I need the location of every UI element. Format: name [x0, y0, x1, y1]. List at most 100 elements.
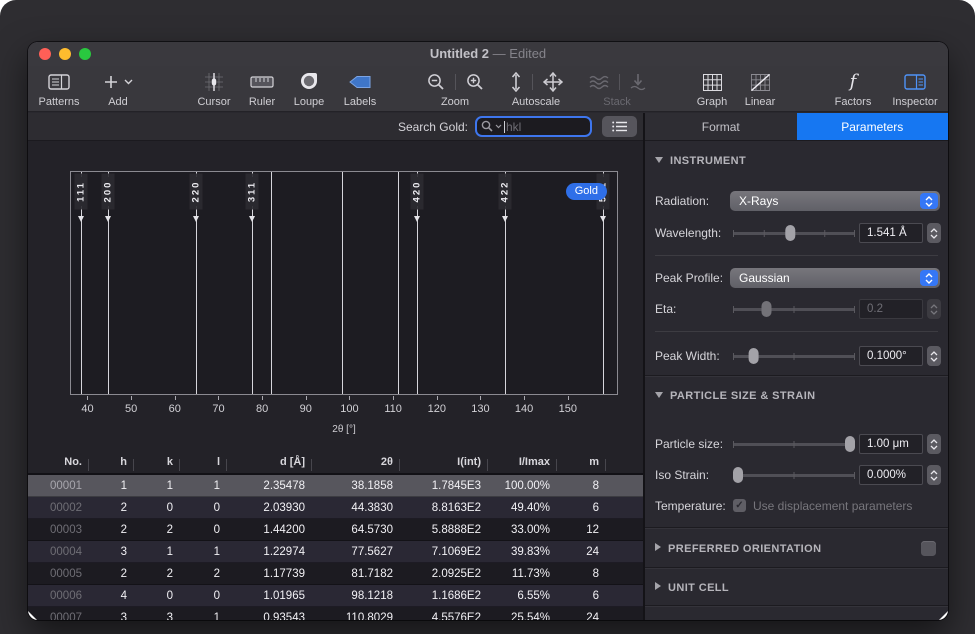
peak-width-slider[interactable]	[733, 355, 855, 358]
table-row[interactable]: 000073310.93543110.80294.5576E225.54%24	[28, 607, 643, 620]
slider-thumb[interactable]	[786, 225, 796, 241]
column-header[interactable]: k	[134, 456, 180, 468]
tab-parameters[interactable]: Parameters	[797, 113, 949, 140]
particle-section-header[interactable]: PARTICLE SIZE & STRAIN	[655, 390, 816, 402]
column-header[interactable]: m	[557, 456, 606, 468]
pattern-table-body: 000011112.3547838.18581.7845E3100.00%800…	[28, 475, 643, 620]
zoom-in-icon[interactable]	[466, 73, 484, 91]
particle-size-stepper[interactable]	[927, 434, 941, 454]
diffraction-chart[interactable]: Gold 111200220311420422511 4050607080901…	[28, 141, 643, 451]
search-input[interactable]: hkl	[475, 116, 592, 137]
particle-size-label: Particle size:	[655, 437, 723, 451]
stack-waves-icon[interactable]	[589, 74, 609, 90]
table-cell: 2	[89, 524, 134, 536]
titlebar[interactable]: Untitled 2 — Edited	[28, 42, 948, 66]
inspector-button[interactable]: Inspector	[885, 69, 945, 108]
arrow-down-icon	[78, 216, 84, 222]
factors-button[interactable]: f Factors	[825, 69, 881, 108]
peak-marker-line[interactable]	[81, 206, 82, 394]
peak-marker-line[interactable]	[271, 172, 272, 394]
axis-tick	[131, 396, 132, 400]
peak-marker-line[interactable]	[108, 206, 109, 394]
search-label: Search Gold:	[398, 120, 468, 134]
resize-corner[interactable]	[939, 611, 948, 620]
hit-list-button[interactable]	[602, 116, 637, 137]
peak-marker-line[interactable]	[417, 206, 418, 394]
search-scope-chevron-icon	[495, 124, 502, 129]
preferred-orientation-header[interactable]: PREFERRED ORIENTATION	[655, 543, 821, 555]
peak-hkl-label[interactable]: 200	[102, 174, 115, 210]
peak-width-stepper[interactable]	[927, 346, 941, 366]
unit-cell-header[interactable]: UNIT CELL	[655, 582, 729, 594]
peak-marker-line[interactable]	[505, 206, 506, 394]
iso-strain-field[interactable]: 0.000%	[859, 465, 923, 485]
column-header[interactable]: I/Imax	[488, 456, 557, 468]
peak-marker-line[interactable]	[603, 206, 604, 394]
table-row[interactable]: 000022002.0393044.38308.8163E249.40%6	[28, 497, 643, 519]
instrument-section-header[interactable]: INSTRUMENT	[655, 155, 746, 167]
column-header[interactable]: No.	[28, 456, 89, 468]
wavelength-slider[interactable]	[733, 232, 855, 235]
wavelength-field[interactable]: 1.541 Å	[859, 223, 923, 243]
slider-thumb[interactable]	[733, 467, 743, 483]
particle-size-field[interactable]: 1.00 μm	[859, 434, 923, 454]
linear-button[interactable]: Linear	[732, 69, 788, 108]
peak-marker-line[interactable]	[398, 172, 399, 394]
table-row[interactable]: 000032201.4420064.57305.8888E233.00%12	[28, 519, 643, 541]
patterns-button[interactable]: Patterns	[31, 69, 87, 108]
particle-size-slider[interactable]	[733, 443, 855, 446]
table-cell: 0	[180, 524, 227, 536]
axis-tick	[437, 396, 438, 400]
preferred-orientation-checkbox[interactable]	[921, 541, 936, 556]
stack-drop-icon[interactable]	[630, 73, 646, 91]
zoom-out-icon[interactable]	[427, 73, 445, 91]
arrow-down-icon	[193, 216, 199, 222]
peak-marker-line[interactable]	[196, 206, 197, 394]
chevron-down-icon	[124, 79, 133, 85]
peak-width-field[interactable]: 0.1000°	[859, 346, 923, 366]
iso-strain-label: Iso Strain:	[655, 468, 709, 482]
column-header[interactable]: I(int)	[400, 456, 488, 468]
table-cell: 2	[89, 502, 134, 514]
table-header[interactable]: No.hkld [Å]2θI(int)I/Imaxm	[28, 451, 643, 475]
peak-profile-select[interactable]: Gaussian	[730, 268, 940, 288]
autoscale-move-icon[interactable]	[543, 72, 563, 92]
radiation-select[interactable]: X-Rays	[730, 191, 940, 211]
wavelength-stepper[interactable]	[927, 223, 941, 243]
iso-strain-stepper[interactable]	[927, 465, 941, 485]
peak-hkl-label[interactable]: 111	[75, 174, 88, 210]
plot-area[interactable]: Gold 111200220311420422511	[70, 171, 618, 395]
column-header[interactable]: 2θ	[312, 456, 400, 468]
add-button[interactable]: Add	[90, 69, 146, 108]
resize-corner[interactable]	[28, 611, 37, 620]
series-badge[interactable]: Gold	[566, 183, 607, 200]
peak-hkl-label[interactable]: 422	[499, 174, 512, 210]
peak-marker-line[interactable]	[342, 172, 343, 394]
displacement-checkbox[interactable]: ✓	[733, 499, 746, 512]
slider-thumb[interactable]	[845, 436, 855, 452]
column-header[interactable]: l	[180, 456, 227, 468]
arrow-down-icon	[502, 216, 508, 222]
iso-strain-slider[interactable]	[733, 474, 855, 477]
table-row[interactable]: 000043111.2297477.56277.1069E239.83%24	[28, 541, 643, 563]
tab-format[interactable]: Format	[645, 113, 797, 140]
labels-button[interactable]: Labels	[332, 69, 388, 108]
column-header[interactable]: d [Å]	[227, 456, 312, 468]
table-row[interactable]: 000011112.3547838.18581.7845E3100.00%8	[28, 475, 643, 497]
table-row[interactable]: 000052221.1773981.71822.0925E211.73%8	[28, 563, 643, 585]
inspector-icon	[904, 74, 926, 90]
vertical-scale-icon[interactable]	[510, 72, 522, 92]
table-cell: 25.54%	[488, 612, 557, 621]
table-cell: 11.73%	[488, 568, 557, 580]
app-window: Untitled 2 — Edited Patterns Add Cursor …	[28, 42, 948, 620]
peak-hkl-label[interactable]: 311	[246, 174, 259, 210]
slider-thumb[interactable]	[749, 348, 759, 364]
peak-hkl-label[interactable]: 420	[411, 174, 424, 210]
peak-hkl-label[interactable]: 220	[190, 174, 203, 210]
slider-thumb[interactable]	[761, 301, 771, 317]
loupe-button[interactable]: Loupe	[282, 69, 336, 108]
eta-field: 0.2	[859, 299, 923, 319]
column-header[interactable]: h	[89, 456, 134, 468]
peak-marker-line[interactable]	[252, 206, 253, 394]
table-row[interactable]: 000064001.0196598.12181.1686E26.55%6	[28, 585, 643, 607]
